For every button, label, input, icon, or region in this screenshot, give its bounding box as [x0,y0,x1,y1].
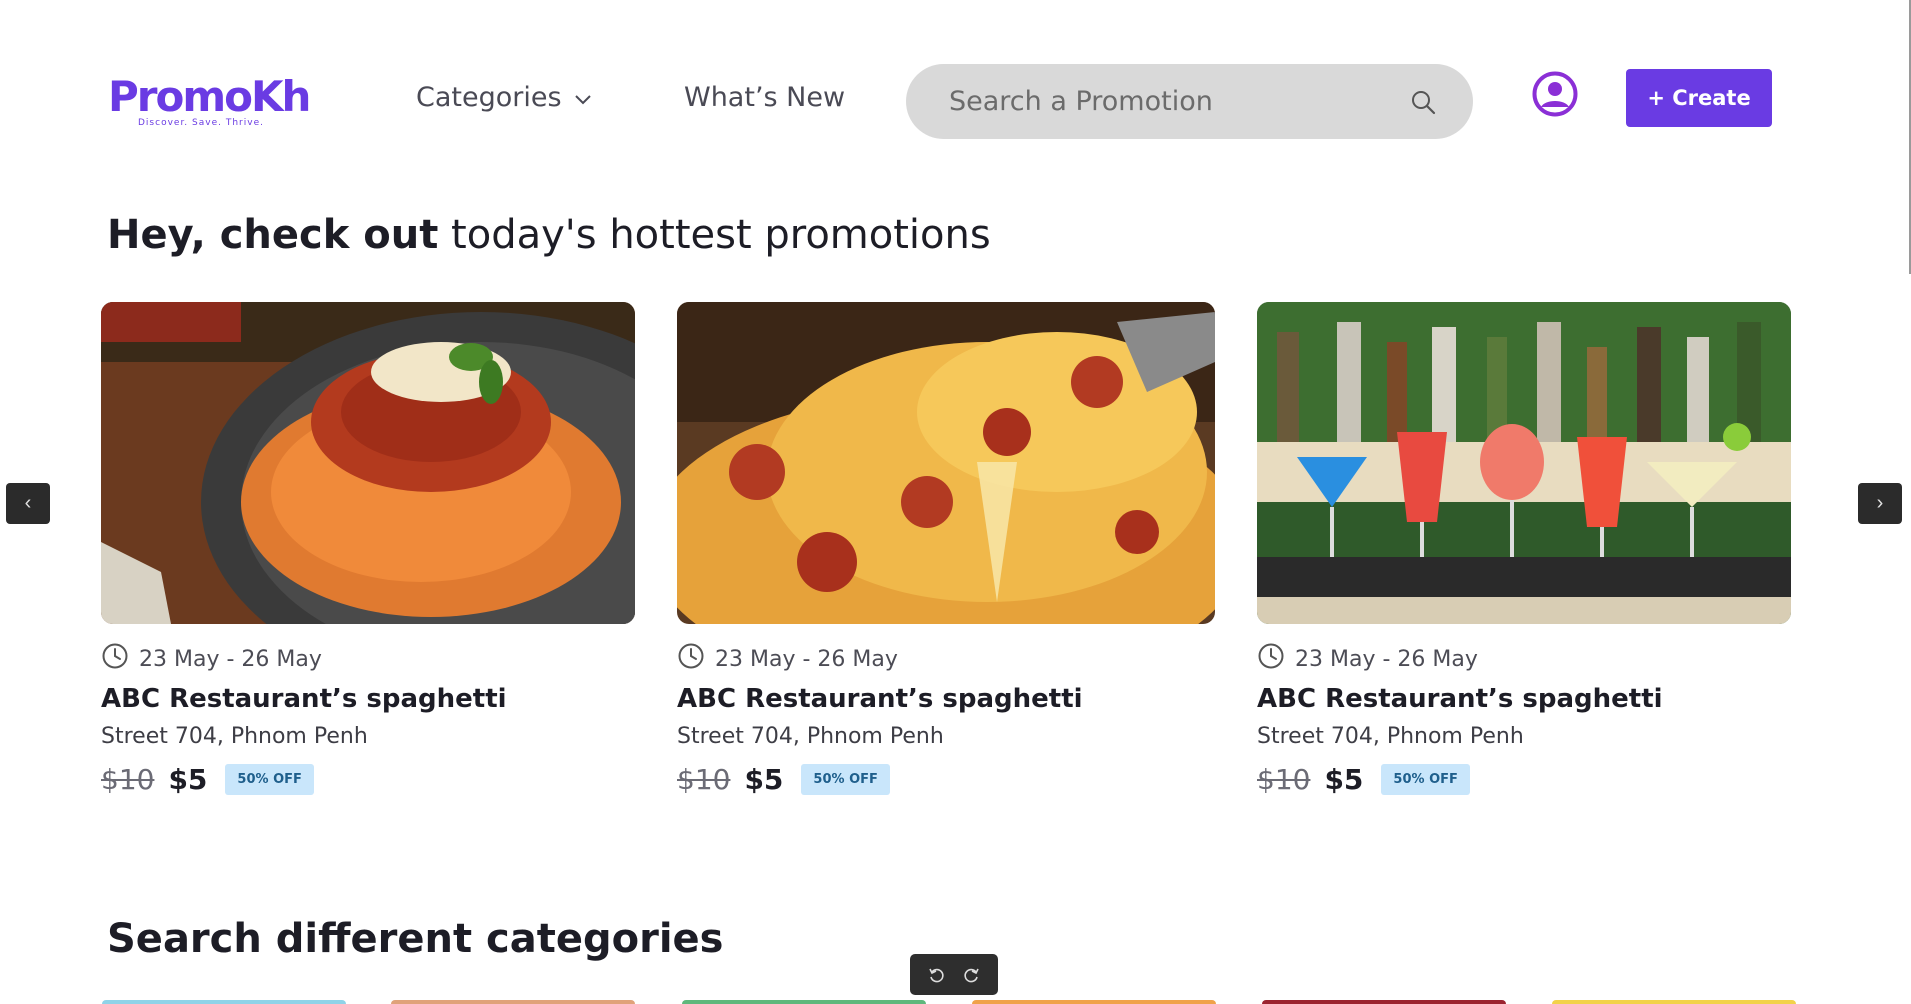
promo-title[interactable]: ABC Restaurant’s spaghetti [101,684,635,714]
category-card-1[interactable] [102,1000,346,1004]
promo-location: Street 704, Phnom Penh [1257,724,1524,749]
search-icon[interactable] [1407,86,1439,118]
promo-new-price: $5 [168,763,208,796]
user-circle-icon[interactable] [1532,71,1578,117]
nav-categories-label: Categories [416,82,562,113]
promo-new-price: $5 [1324,763,1364,796]
hero-title: Hey, check out today's hottest promotion… [107,212,991,258]
promo-title[interactable]: ABC Restaurant’s spaghetti [677,684,1215,714]
nav-whats-new[interactable]: What’s New [684,82,845,113]
search-input[interactable] [949,86,1407,117]
promo-price: $10 $5 50% OFF [677,763,1215,796]
chevron-left-icon: ‹ [24,492,32,514]
clock-icon [677,642,705,676]
site-header: PromoKh Discover. Save. Thrive. Categori… [0,0,1911,180]
discount-badge: 50% OFF [801,764,890,795]
promo-date-text: 23 May - 26 May [715,646,898,672]
nav-whats-new-label: What’s New [684,82,846,113]
promo-location: Street 704, Phnom Penh [101,724,368,749]
logo-tagline: Discover. Save. Thrive. [138,118,264,128]
create-button-label: + Create [1647,86,1751,110]
promo-image-cocktails[interactable] [1257,302,1791,624]
promo-date-text: 23 May - 26 May [1295,646,1478,672]
promo-location: Street 704, Phnom Penh [677,724,944,749]
clock-icon [101,642,129,676]
promo-price: $10 $5 50% OFF [101,763,635,796]
page-scrollbar[interactable] [1907,0,1911,274]
carousel-prev-button[interactable]: ‹ [6,483,50,524]
promo-card[interactable]: 23 May - 26 May ABC Restaurant’s spaghet… [1257,302,1791,796]
promo-old-price: $10 [101,763,155,796]
promo-price: $10 $5 50% OFF [1257,763,1791,796]
category-card-5[interactable] [1262,1000,1506,1004]
promo-image-spaghetti[interactable] [101,302,635,624]
history-controls [910,954,998,995]
promo-date-text: 23 May - 26 May [139,646,322,672]
logo-wordmark: PromoKh [108,72,311,121]
category-card-2[interactable] [391,1000,635,1004]
promo-card[interactable]: 23 May - 26 May ABC Restaurant’s spaghet… [677,302,1215,796]
category-card-4[interactable] [972,1000,1216,1004]
category-card-3[interactable] [682,1000,926,1004]
promo-title[interactable]: ABC Restaurant’s spaghetti [1257,684,1791,714]
promo-card[interactable]: 23 May - 26 May ABC Restaurant’s spaghet… [101,302,635,796]
promo-date: 23 May - 26 May [1257,642,1791,676]
categories-section-title: Search different categories [107,916,724,962]
promo-image-pizza[interactable] [677,302,1215,624]
create-button[interactable]: + Create [1626,69,1772,127]
nav-categories[interactable]: Categories [416,82,592,113]
carousel-next-button[interactable]: › [1858,483,1902,524]
clock-icon [1257,642,1285,676]
chevron-down-icon [574,82,592,113]
chevron-right-icon: › [1876,492,1884,514]
undo-icon[interactable] [925,963,949,987]
promo-old-price: $10 [677,763,731,796]
promo-date: 23 May - 26 May [677,642,1215,676]
promo-date: 23 May - 26 May [101,642,635,676]
promo-new-price: $5 [744,763,784,796]
hero-title-bold: Hey, check out [107,212,439,258]
redo-icon[interactable] [959,963,983,987]
category-card-6[interactable] [1552,1000,1796,1004]
hero-title-rest: today's hottest promotions [438,212,991,258]
promo-old-price: $10 [1257,763,1311,796]
logo[interactable]: PromoKh Discover. Save. Thrive. [108,72,311,134]
search-bar [906,64,1473,139]
discount-badge: 50% OFF [1381,764,1470,795]
discount-badge: 50% OFF [225,764,314,795]
